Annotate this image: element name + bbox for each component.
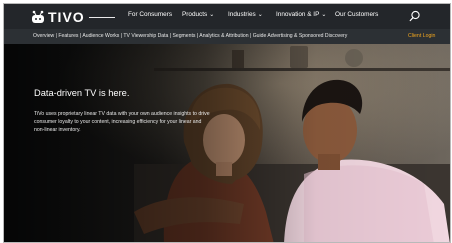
nav-label: For Consumers bbox=[128, 11, 173, 18]
hero-banner: Data-driven TV is here. TiVo uses propri… bbox=[4, 44, 450, 242]
nav-item-products[interactable]: Products ⌄ bbox=[182, 11, 214, 18]
tivo-logo[interactable]: TIVO bbox=[30, 9, 115, 25]
nav-label: Industries bbox=[228, 11, 256, 18]
hero-title: Data-driven TV is here. bbox=[34, 88, 130, 98]
page-frame: TIVO For Consumers Products ⌄ Industries ⌄… bbox=[3, 3, 451, 243]
chevron-down-icon: ⌄ bbox=[257, 12, 263, 18]
nav-item-for-consumers[interactable]: For Consumers bbox=[128, 11, 172, 18]
nav-item-our-customers[interactable]: Our Customers bbox=[335, 11, 378, 18]
section-links[interactable]: Overview | Features | Audience Works | T… bbox=[33, 33, 347, 39]
nav-item-industries[interactable]: Industries ⌄ bbox=[228, 11, 263, 18]
nav-label: Products bbox=[182, 11, 208, 18]
chevron-down-icon: ⌄ bbox=[209, 12, 215, 18]
hero-description: TiVo uses proprietary linear TV data wit… bbox=[34, 111, 210, 133]
hero-background-photo bbox=[4, 44, 450, 242]
top-navigation-bar: TIVO For Consumers Products ⌄ Industries ⌄… bbox=[4, 4, 450, 29]
chevron-down-icon: ⌄ bbox=[321, 12, 327, 18]
nav-item-innovation-ip[interactable]: Innovation & IP ⌄ bbox=[276, 11, 326, 18]
logo-underline bbox=[88, 16, 115, 18]
client-login-link[interactable]: Client Login bbox=[408, 33, 435, 39]
nav-label: Innovation & IP bbox=[276, 11, 320, 18]
search-icon[interactable] bbox=[409, 10, 421, 22]
secondary-navigation-bar: Overview | Features | Audience Works | T… bbox=[4, 29, 450, 44]
logo-wordmark: TIVO bbox=[48, 9, 85, 25]
nav-label: Our Customers bbox=[335, 11, 379, 18]
tivo-mascot-icon bbox=[32, 10, 44, 23]
